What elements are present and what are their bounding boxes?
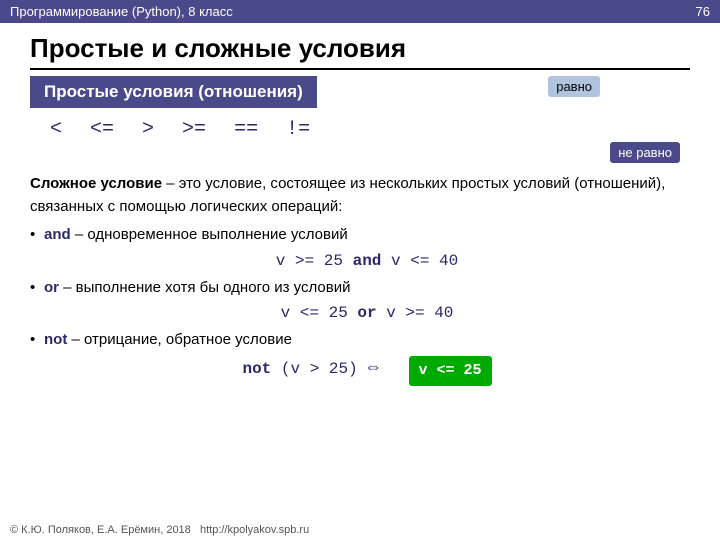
description-bold: Сложное условие (30, 175, 162, 192)
code-not: not (v > 25) ⇔ v <= 25 (44, 354, 690, 385)
and-text: – одновременное выполнение условий (71, 226, 348, 243)
keyword-or: or (44, 279, 59, 296)
description-text: Сложное условие – это условие, состоящее… (30, 173, 690, 218)
op-lte: <= (90, 118, 114, 141)
not-text: – отрицание, обратное условие (67, 331, 292, 348)
op-gte: >= (182, 118, 206, 141)
slide-number: 76 (696, 4, 710, 19)
top-bar: Программирование (Python), 8 класс 76 (0, 0, 720, 23)
code-not-text: not (v > 25) (242, 357, 357, 381)
footer: © К.Ю. Поляков, Е.А. Ерёмин, 2018 http:/… (10, 524, 309, 536)
badge-ravno: равно (548, 76, 600, 97)
badge-v25: v <= 25 (409, 356, 492, 387)
copyright: © К.Ю. Поляков, Е.А. Ерёмин, 2018 (10, 524, 191, 536)
page-title: Простые и сложные условия (30, 33, 690, 70)
keyword-and: and (44, 226, 71, 243)
subject-label: Программирование (Python), 8 класс (10, 4, 233, 19)
op-lt: < (50, 118, 62, 141)
footer-url: http://kpolyakov.spb.ru (200, 524, 309, 536)
arrow-equiv: ⇔ (368, 355, 379, 382)
or-text: – выполнение хотя бы одного из условий (59, 279, 350, 296)
op-gt: > (142, 118, 154, 141)
operators-row: < <= > >= == != (30, 116, 690, 143)
list-item-and: and – одновременное выполнение условий v… (30, 224, 690, 273)
operators-wrapper: < <= > >= == != не равно (30, 116, 690, 143)
simple-conditions-label: Простые условия (отношения) (30, 76, 317, 108)
op-eq: == (234, 118, 258, 141)
badge-neravno: не равно (610, 142, 680, 163)
keyword-not: not (44, 331, 67, 348)
list-item-not: not – отрицание, обратное условие not (v… (30, 329, 690, 384)
op-neq: != (286, 118, 310, 141)
list-item-or: or – выполнение хотя бы одного из услови… (30, 277, 690, 326)
code-and: v >= 25 and v <= 40 (44, 249, 690, 273)
main-content: Простые и сложные условия Простые услови… (0, 23, 720, 398)
bullet-list: and – одновременное выполнение условий v… (30, 224, 690, 384)
code-or: v <= 25 or v >= 40 (44, 301, 690, 325)
